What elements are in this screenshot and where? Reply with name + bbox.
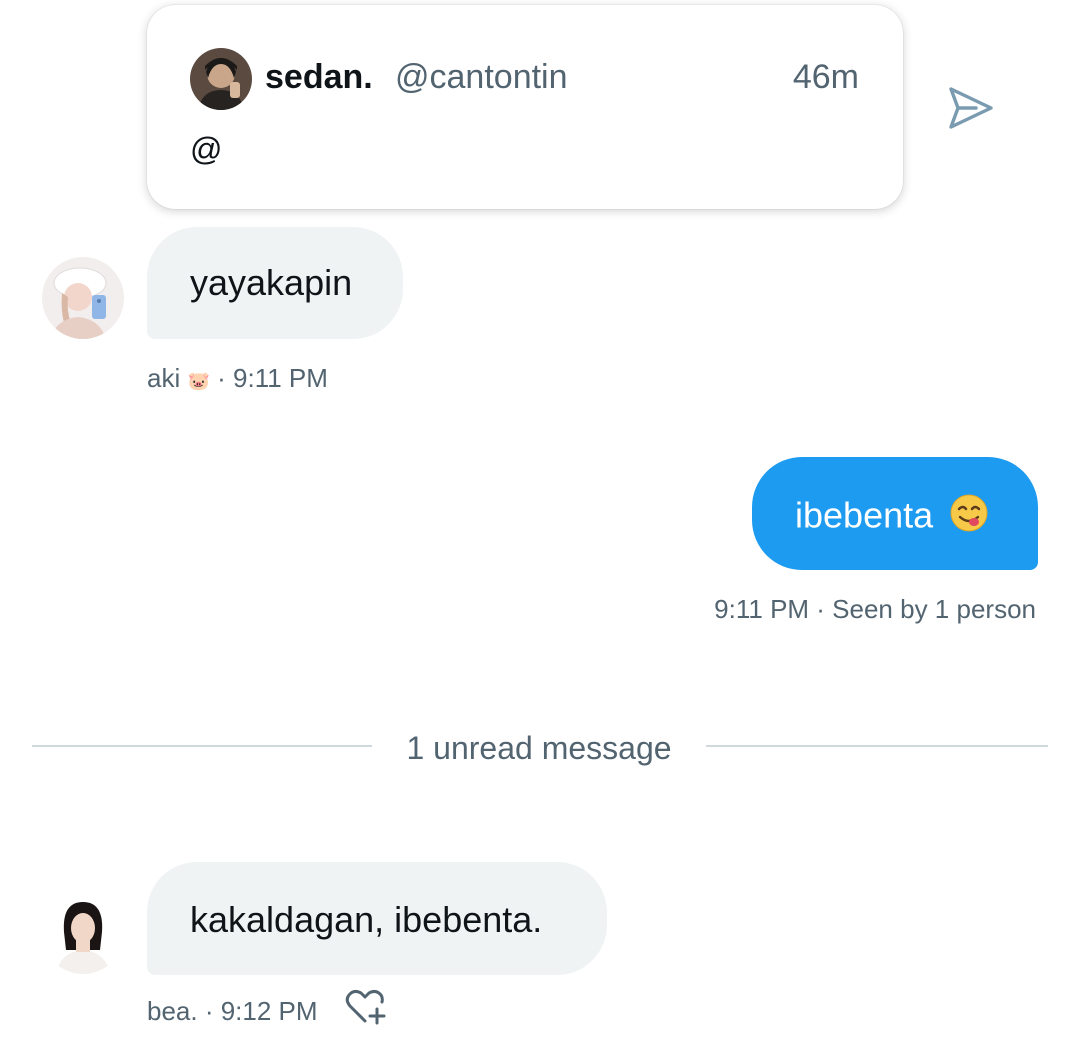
message-bubble-outgoing[interactable]: ibebenta (752, 457, 1038, 570)
user-avatar-icon (42, 257, 124, 339)
add-reaction-heart-icon[interactable] (344, 987, 388, 1027)
message-meta: aki 🐷 · 9:11 PM (147, 361, 328, 398)
message-text: ibebenta (795, 494, 934, 536)
quoted-tweet-time: 46m (792, 58, 859, 96)
message-meta: bea. · 9:12 PM (147, 996, 318, 1026)
quoted-tweet-handle: @cantontin (395, 58, 568, 96)
message-bubble[interactable]: yayakapin (147, 227, 403, 339)
sender-avatar-bea[interactable] (42, 892, 124, 974)
user-avatar-icon (190, 48, 252, 110)
divider-line-left (32, 745, 372, 747)
message-meta-outgoing: 9:11 PM · Seen by 1 person (714, 594, 1036, 624)
message-bubble[interactable]: kakaldagan, ibebenta. (147, 862, 607, 975)
unread-divider-label: 1 unread message (406, 730, 672, 766)
sender-name[interactable]: aki (147, 363, 180, 393)
quoted-tweet-text: @ (190, 131, 223, 167)
quoted-tweet-card[interactable]: sedan. @cantontin 46m @ (147, 5, 903, 209)
emoji-yum-icon (949, 493, 989, 543)
divider-line-right (706, 745, 1048, 747)
sender-avatar-aki[interactable] (42, 257, 124, 339)
quoted-tweet-avatar[interactable] (190, 48, 252, 110)
sender-badge-icon: 🐷 (187, 371, 210, 391)
quoted-tweet-display-name[interactable]: sedan. (265, 55, 373, 99)
send-icon[interactable] (946, 84, 996, 132)
user-avatar-icon (42, 892, 124, 974)
message-time: · 9:11 PM (217, 363, 328, 393)
